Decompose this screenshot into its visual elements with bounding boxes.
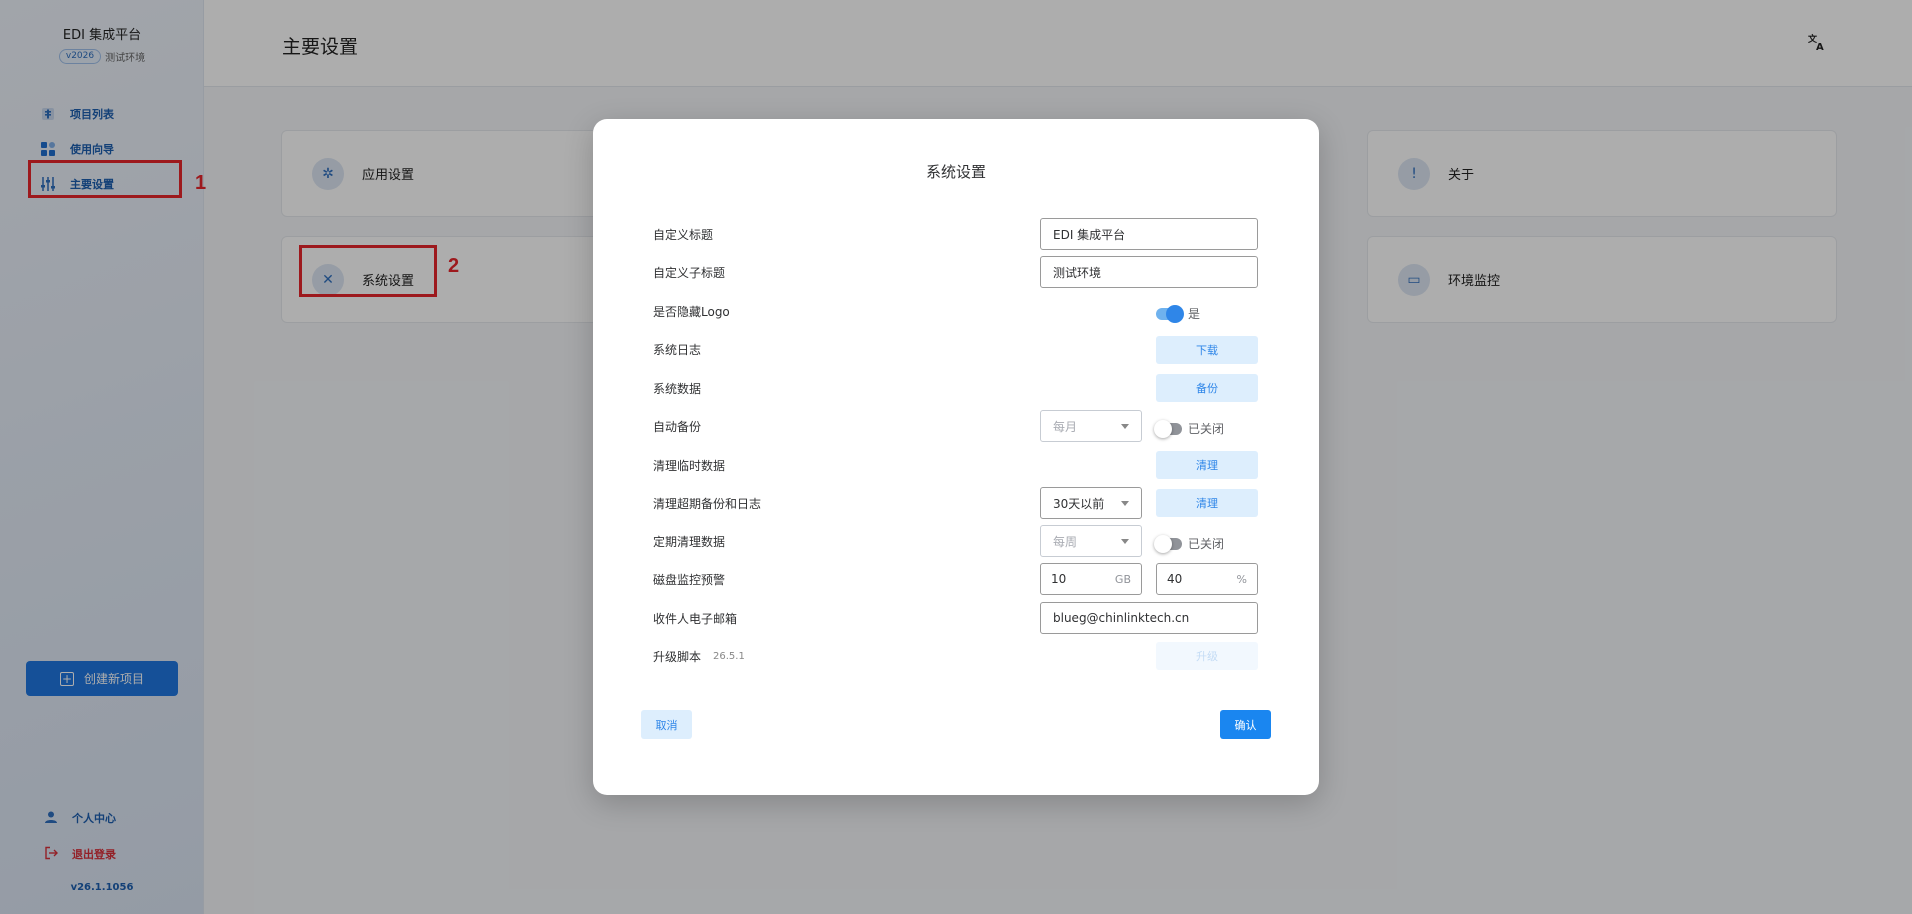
scheduled-clean-toggle-group: 已关闭 [1154,534,1225,553]
row-label: 自定义标题 [653,227,714,242]
download-log-button[interactable]: 下载 [1156,336,1258,364]
input-value: 10 [1051,572,1067,586]
row-label: 磁盘监控预警 [653,572,726,587]
row-label: 清理临时数据 [653,458,726,473]
select-value: 每月 [1053,419,1078,434]
row-label: 自动备份 [653,419,702,434]
toggle-knob [1154,534,1172,553]
auto-backup-frequency-select[interactable]: 每月 [1040,410,1142,442]
unit-label: GB [1114,572,1131,586]
unit-label: % [1236,572,1247,586]
select-value: 30天以前 [1053,496,1105,511]
toggle-state-label: 已关闭 [1188,422,1225,436]
select-value: 每周 [1053,534,1078,549]
upgrade-script-version: 26.5.1 [713,650,745,662]
row-label: 清理超期备份和日志 [653,496,762,511]
auto-backup-toggle[interactable] [1154,419,1182,438]
clean-expired-button[interactable]: 清理 [1156,489,1258,517]
row-label: 是否隐藏Logo [653,304,730,319]
disk-percent-threshold-input[interactable]: 40 % [1156,563,1258,595]
toggle-state-label: 已关闭 [1188,537,1225,551]
row-label: 自定义子标题 [653,265,726,280]
hide-logo-toggle-group: 是 [1156,304,1201,323]
row-label: 收件人电子邮箱 [653,611,738,626]
toggle-knob [1166,304,1184,323]
scheduled-clean-toggle[interactable] [1154,534,1182,553]
system-settings-dialog: 系统设置 自定义标题 EDI 集成平台 自定义子标题 测试环境 是否隐藏Logo… [593,119,1319,795]
disk-gb-threshold-input[interactable]: 10 GB [1040,563,1142,595]
cancel-button[interactable]: 取消 [641,710,692,739]
clean-temp-button[interactable]: 清理 [1156,451,1258,479]
chevron-down-icon [1121,500,1129,506]
scheduled-clean-frequency-select[interactable]: 每周 [1040,525,1142,557]
dialog-title: 系统设置 [925,163,986,181]
toggle-state-label: 是 [1188,307,1201,321]
backup-button[interactable]: 备份 [1156,374,1258,402]
recipient-email-input[interactable]: blueg@chinlinktech.cn [1040,602,1258,634]
chevron-down-icon [1121,423,1129,429]
custom-title-input[interactable]: EDI 集成平台 [1040,218,1258,250]
toggle-knob [1154,419,1172,438]
row-label: 系统数据 [653,381,702,396]
chevron-down-icon [1121,538,1129,544]
upgrade-button[interactable]: 升级 [1156,642,1258,670]
hide-logo-toggle[interactable] [1156,304,1184,323]
confirm-button[interactable]: 确认 [1220,710,1271,739]
input-value: 40 [1167,572,1183,586]
row-label: 升级脚本 [653,649,702,664]
row-label: 定期清理数据 [653,534,726,549]
clean-expired-range-select[interactable]: 30天以前 [1040,487,1142,519]
custom-subtitle-input[interactable]: 测试环境 [1040,256,1258,288]
auto-backup-toggle-group: 已关闭 [1154,419,1225,438]
row-label: 系统日志 [653,342,702,357]
